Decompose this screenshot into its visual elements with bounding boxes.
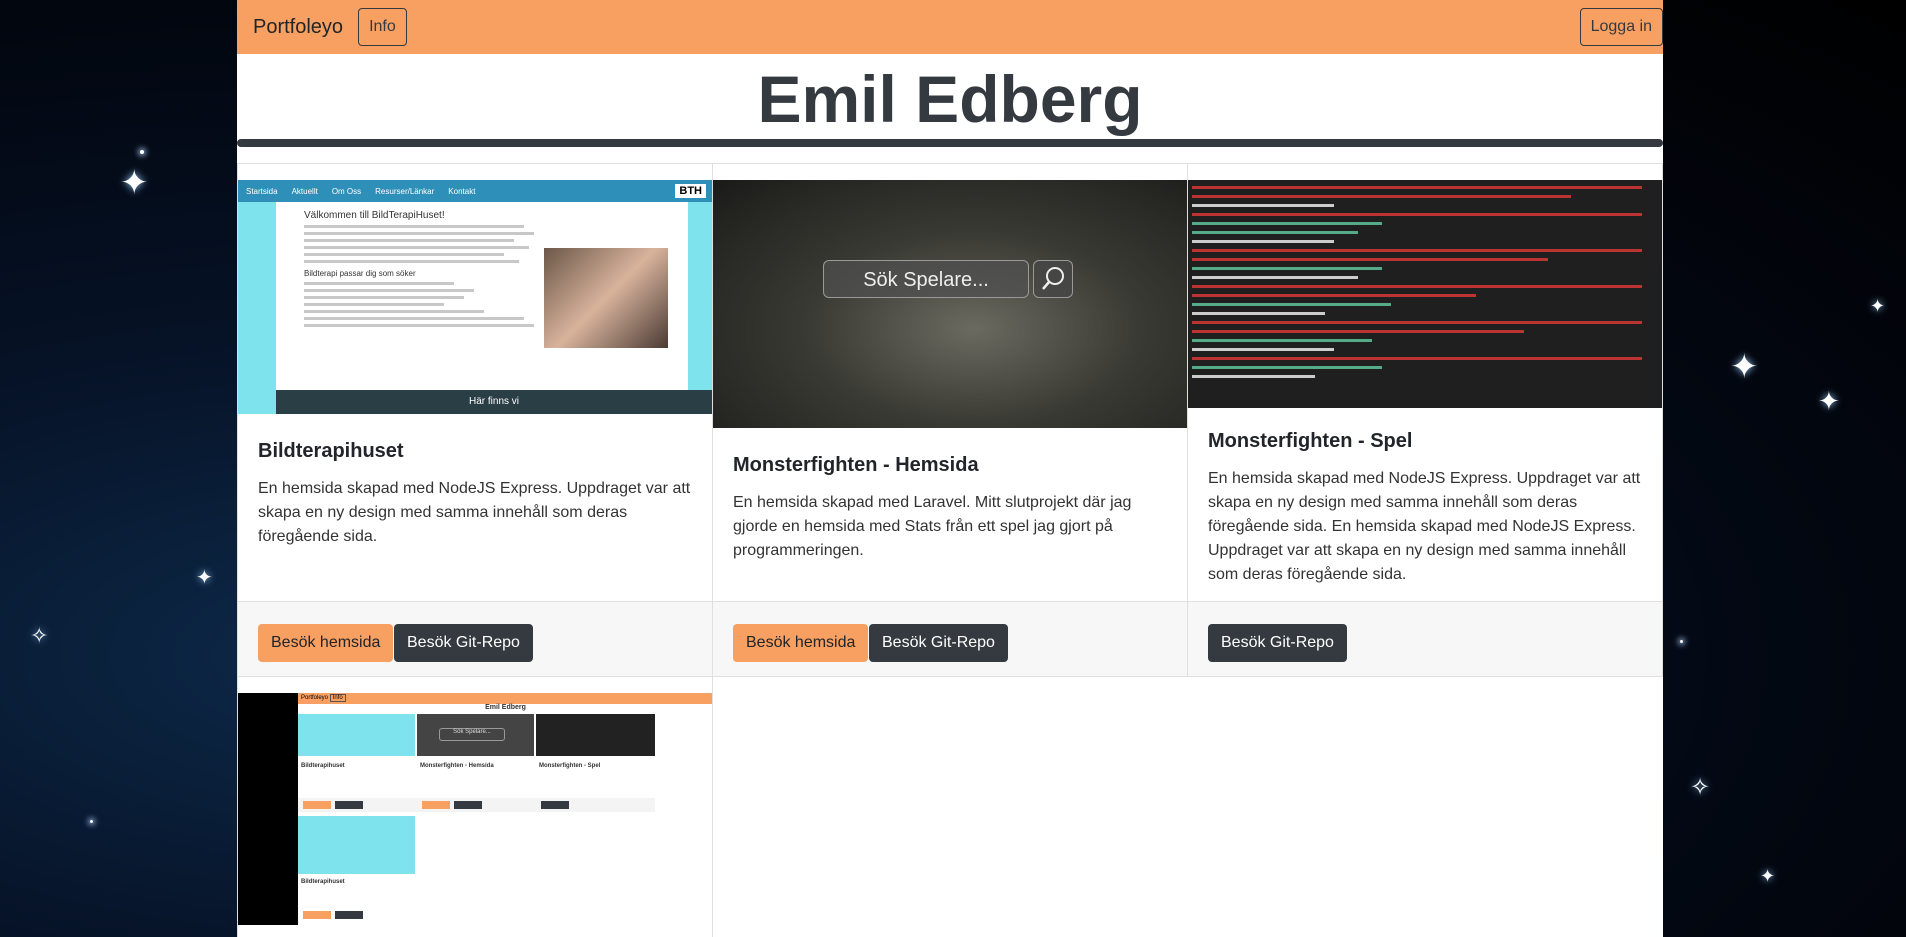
thumb-search-input: Sök Spelare... (823, 260, 1029, 298)
login-button[interactable]: Logga in (1579, 8, 1663, 46)
background-star: ✦ (196, 565, 213, 589)
thumb-nav: Portfoleyo Info (298, 693, 712, 704)
thumb-nav-item: Resurser/Länkar (375, 186, 435, 196)
thumb-search: Sök Spelare... (439, 728, 505, 741)
background-star: ✦ (1870, 296, 1886, 317)
title-divider (237, 139, 1663, 147)
background-star: ✦ (1818, 387, 1840, 417)
thumb-nav-item: Startsida (246, 186, 278, 196)
card-body: Bildterapihuset En hemsida skapad med No… (238, 440, 712, 549)
thumb-logo: BTH (675, 184, 706, 198)
thumb-photo (544, 248, 668, 348)
thumb-nav-item: Kontakt (448, 186, 476, 196)
card-text: En hemsida skapad med NodeJS Express. Up… (258, 480, 691, 545)
thumb-title: Emil Edberg (485, 704, 526, 711)
thumb-nav: Startsida Aktuellt Om Oss Resurser/Länka… (238, 180, 712, 202)
thumb-card-title: Monsterfighten - Spel (539, 763, 601, 769)
git-repo-button[interactable]: Besök Git-Repo (869, 624, 1008, 662)
card-footer: Besök Git-Repo (1188, 601, 1662, 676)
project-card: Portfoleyo Info Emil Edberg Sök Spelare.… (237, 676, 713, 937)
card-body: Monsterfighten - Hemsida En hemsida skap… (713, 454, 1187, 563)
page-title: Emil Edberg (757, 62, 1143, 136)
thumb-card-title: Monsterfighten - Hemsida (420, 763, 494, 769)
background-star (140, 150, 144, 154)
background-star (1680, 640, 1683, 643)
brand-link[interactable]: Portfoleyo (253, 16, 343, 39)
visit-website-button[interactable]: Besök hemsida (733, 624, 869, 662)
project-card: Monsterfighten - Spel En hemsida skapad … (1187, 163, 1663, 677)
thumb-brand: Portfoleyo (301, 695, 329, 701)
background-star (90, 820, 93, 823)
background-star: ✦ (1760, 866, 1776, 887)
thumb-nav-item: Aktuellt (291, 186, 318, 196)
project-card: Sök Spelare... Monsterfighten - Hemsida … (712, 163, 1188, 677)
background-star: ✦ (1730, 347, 1759, 387)
thumb-heading: Välkommen till BildTerapiHuset! (304, 210, 445, 221)
search-icon (1033, 260, 1073, 298)
thumb-page: Välkommen till BildTerapiHuset! Bildtera… (276, 202, 688, 414)
project-card: Startsida Aktuellt Om Oss Resurser/Länka… (237, 163, 713, 677)
card-footer: Besök hemsida Besök Git-Repo (713, 601, 1187, 676)
visit-website-button[interactable]: Besök hemsida (258, 624, 394, 662)
thumb-info: Info (329, 694, 346, 702)
project-screenshot: Portfoleyo Info Emil Edberg Sök Spelare.… (238, 693, 712, 925)
project-screenshot (1188, 180, 1662, 408)
background-star: ✧ (1690, 773, 1711, 801)
thumb-page: Portfoleyo Info Emil Edberg Sök Spelare.… (298, 693, 712, 925)
navbar: Portfoleyo Info Logga in (237, 0, 1663, 54)
git-repo-button[interactable]: Besök Git-Repo (394, 624, 533, 662)
info-button[interactable]: Info (358, 8, 407, 46)
card-title: Bildterapihuset (258, 440, 404, 462)
card-title: Monsterfighten - Hemsida (733, 454, 979, 476)
card-text: En hemsida skapad med Laravel. Mitt slut… (733, 494, 1132, 559)
main-container: Portfoleyo Info Logga in Emil Edberg Sta… (237, 0, 1663, 937)
background-star: ✦ (120, 163, 149, 203)
card-title: Monsterfighten - Spel (1208, 430, 1413, 452)
card-footer: Besök hemsida Besök Git-Repo (238, 601, 712, 676)
card-text: En hemsida skapad med NodeJS Express. Up… (1208, 470, 1641, 583)
thumb-nav-item: Om Oss (331, 186, 362, 196)
thumb-footer: Här finns vi (276, 390, 712, 414)
background-star: ✧ (30, 624, 49, 649)
card-body: Monsterfighten - Spel En hemsida skapad … (1188, 430, 1662, 587)
project-screenshot: Startsida Aktuellt Om Oss Resurser/Länka… (238, 180, 712, 414)
project-screenshot: Sök Spelare... (713, 180, 1187, 428)
thumb-card-title: Bildterapihuset (301, 763, 345, 769)
thumb-card-title: Bildterapihuset (301, 879, 345, 885)
git-repo-button[interactable]: Besök Git-Repo (1208, 624, 1347, 662)
